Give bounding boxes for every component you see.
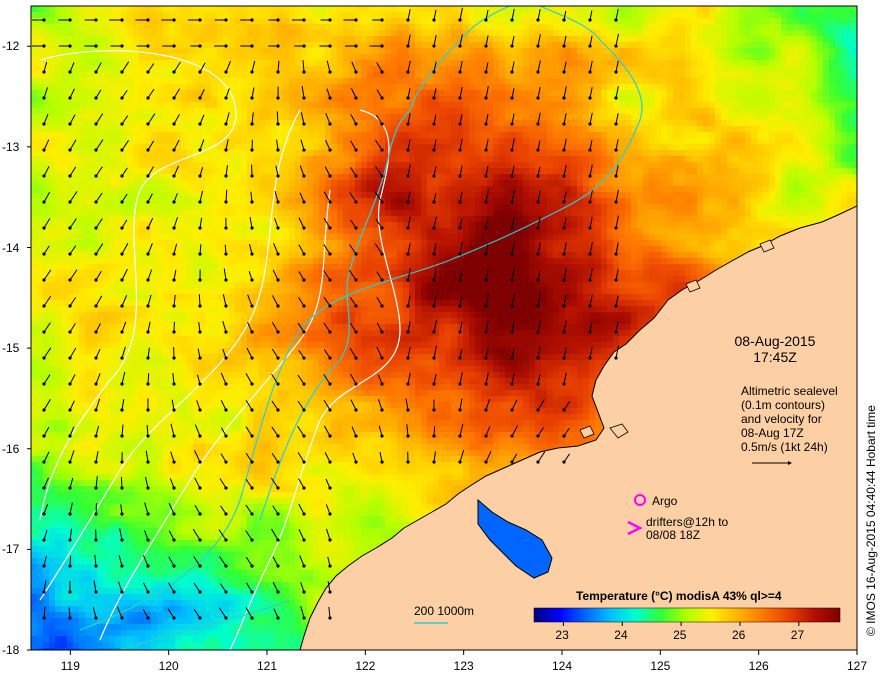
argo-label: Argo xyxy=(652,494,678,508)
latitude-label: -14 xyxy=(2,240,20,255)
altimetry-note: Altimetric sealevel (0.1m contours) and … xyxy=(741,384,838,454)
altimetry-line-1: Altimetric sealevel xyxy=(741,384,838,398)
map-plot-area xyxy=(31,6,857,650)
colorbar-tick-label: 23 xyxy=(555,628,569,642)
latitude-label: -16 xyxy=(2,441,20,456)
colorbar-tick-label: 25 xyxy=(673,628,687,642)
colorbar-tick-label: 27 xyxy=(790,628,805,642)
longitude-label: 120 xyxy=(158,659,179,673)
map-time: 17:45Z xyxy=(753,349,797,365)
depth-legend-label: 200 1000m xyxy=(414,604,475,618)
altimetry-line-2: (0.1m contours) xyxy=(741,398,826,412)
longitude-label: 123 xyxy=(453,659,474,673)
latitude-label: -12 xyxy=(2,39,20,54)
colorbar-title-variable: Temperature (°C) xyxy=(576,589,673,603)
colorbar-title: Temperature (°C) modisA 43% ql>=4 xyxy=(576,589,782,603)
colorbar-gradient xyxy=(533,607,841,623)
colorbar-tick-label: 24 xyxy=(614,628,628,642)
date-block: 08-Aug-2015 17:45Z xyxy=(720,333,830,365)
longitude-label: 125 xyxy=(650,659,671,673)
altimetry-line-5: 0.5m/s (1kt 24h) xyxy=(741,440,828,454)
argo-legend: Argo xyxy=(634,494,677,508)
longitude-label: 119 xyxy=(60,659,80,673)
longitude-label: 121 xyxy=(256,659,278,673)
altimetry-line-3: and velocity for xyxy=(741,412,822,426)
latitude-label: -17 xyxy=(2,542,20,557)
longitude-label: 126 xyxy=(748,659,769,673)
longitude-label: 124 xyxy=(551,659,573,673)
colorbar-title-source: modisA 43% ql>=4 xyxy=(672,589,782,603)
latitude-label: -18 xyxy=(2,643,20,657)
credit-text: © IMOS 16-Aug-2015 04:40:44 Hobart time xyxy=(864,405,878,636)
drifter-legend: drifters@12h to 08/08 18Z xyxy=(628,516,728,542)
longitude-label: 127 xyxy=(846,659,868,673)
colorbar-tick-label: 26 xyxy=(731,628,746,642)
latitude-label: -13 xyxy=(2,139,20,154)
sst-map: -12 -13 -14 -15 -16 -17 -18 119 120 121 122 123 124… xyxy=(0,0,880,680)
latitude-label: -15 xyxy=(2,341,20,356)
drifter-line-2: 08/08 18Z xyxy=(646,528,701,542)
longitude-label: 122 xyxy=(355,659,376,673)
map-date: 08-Aug-2015 xyxy=(734,333,816,349)
altimetry-line-4: 08-Aug 17Z xyxy=(741,426,804,440)
